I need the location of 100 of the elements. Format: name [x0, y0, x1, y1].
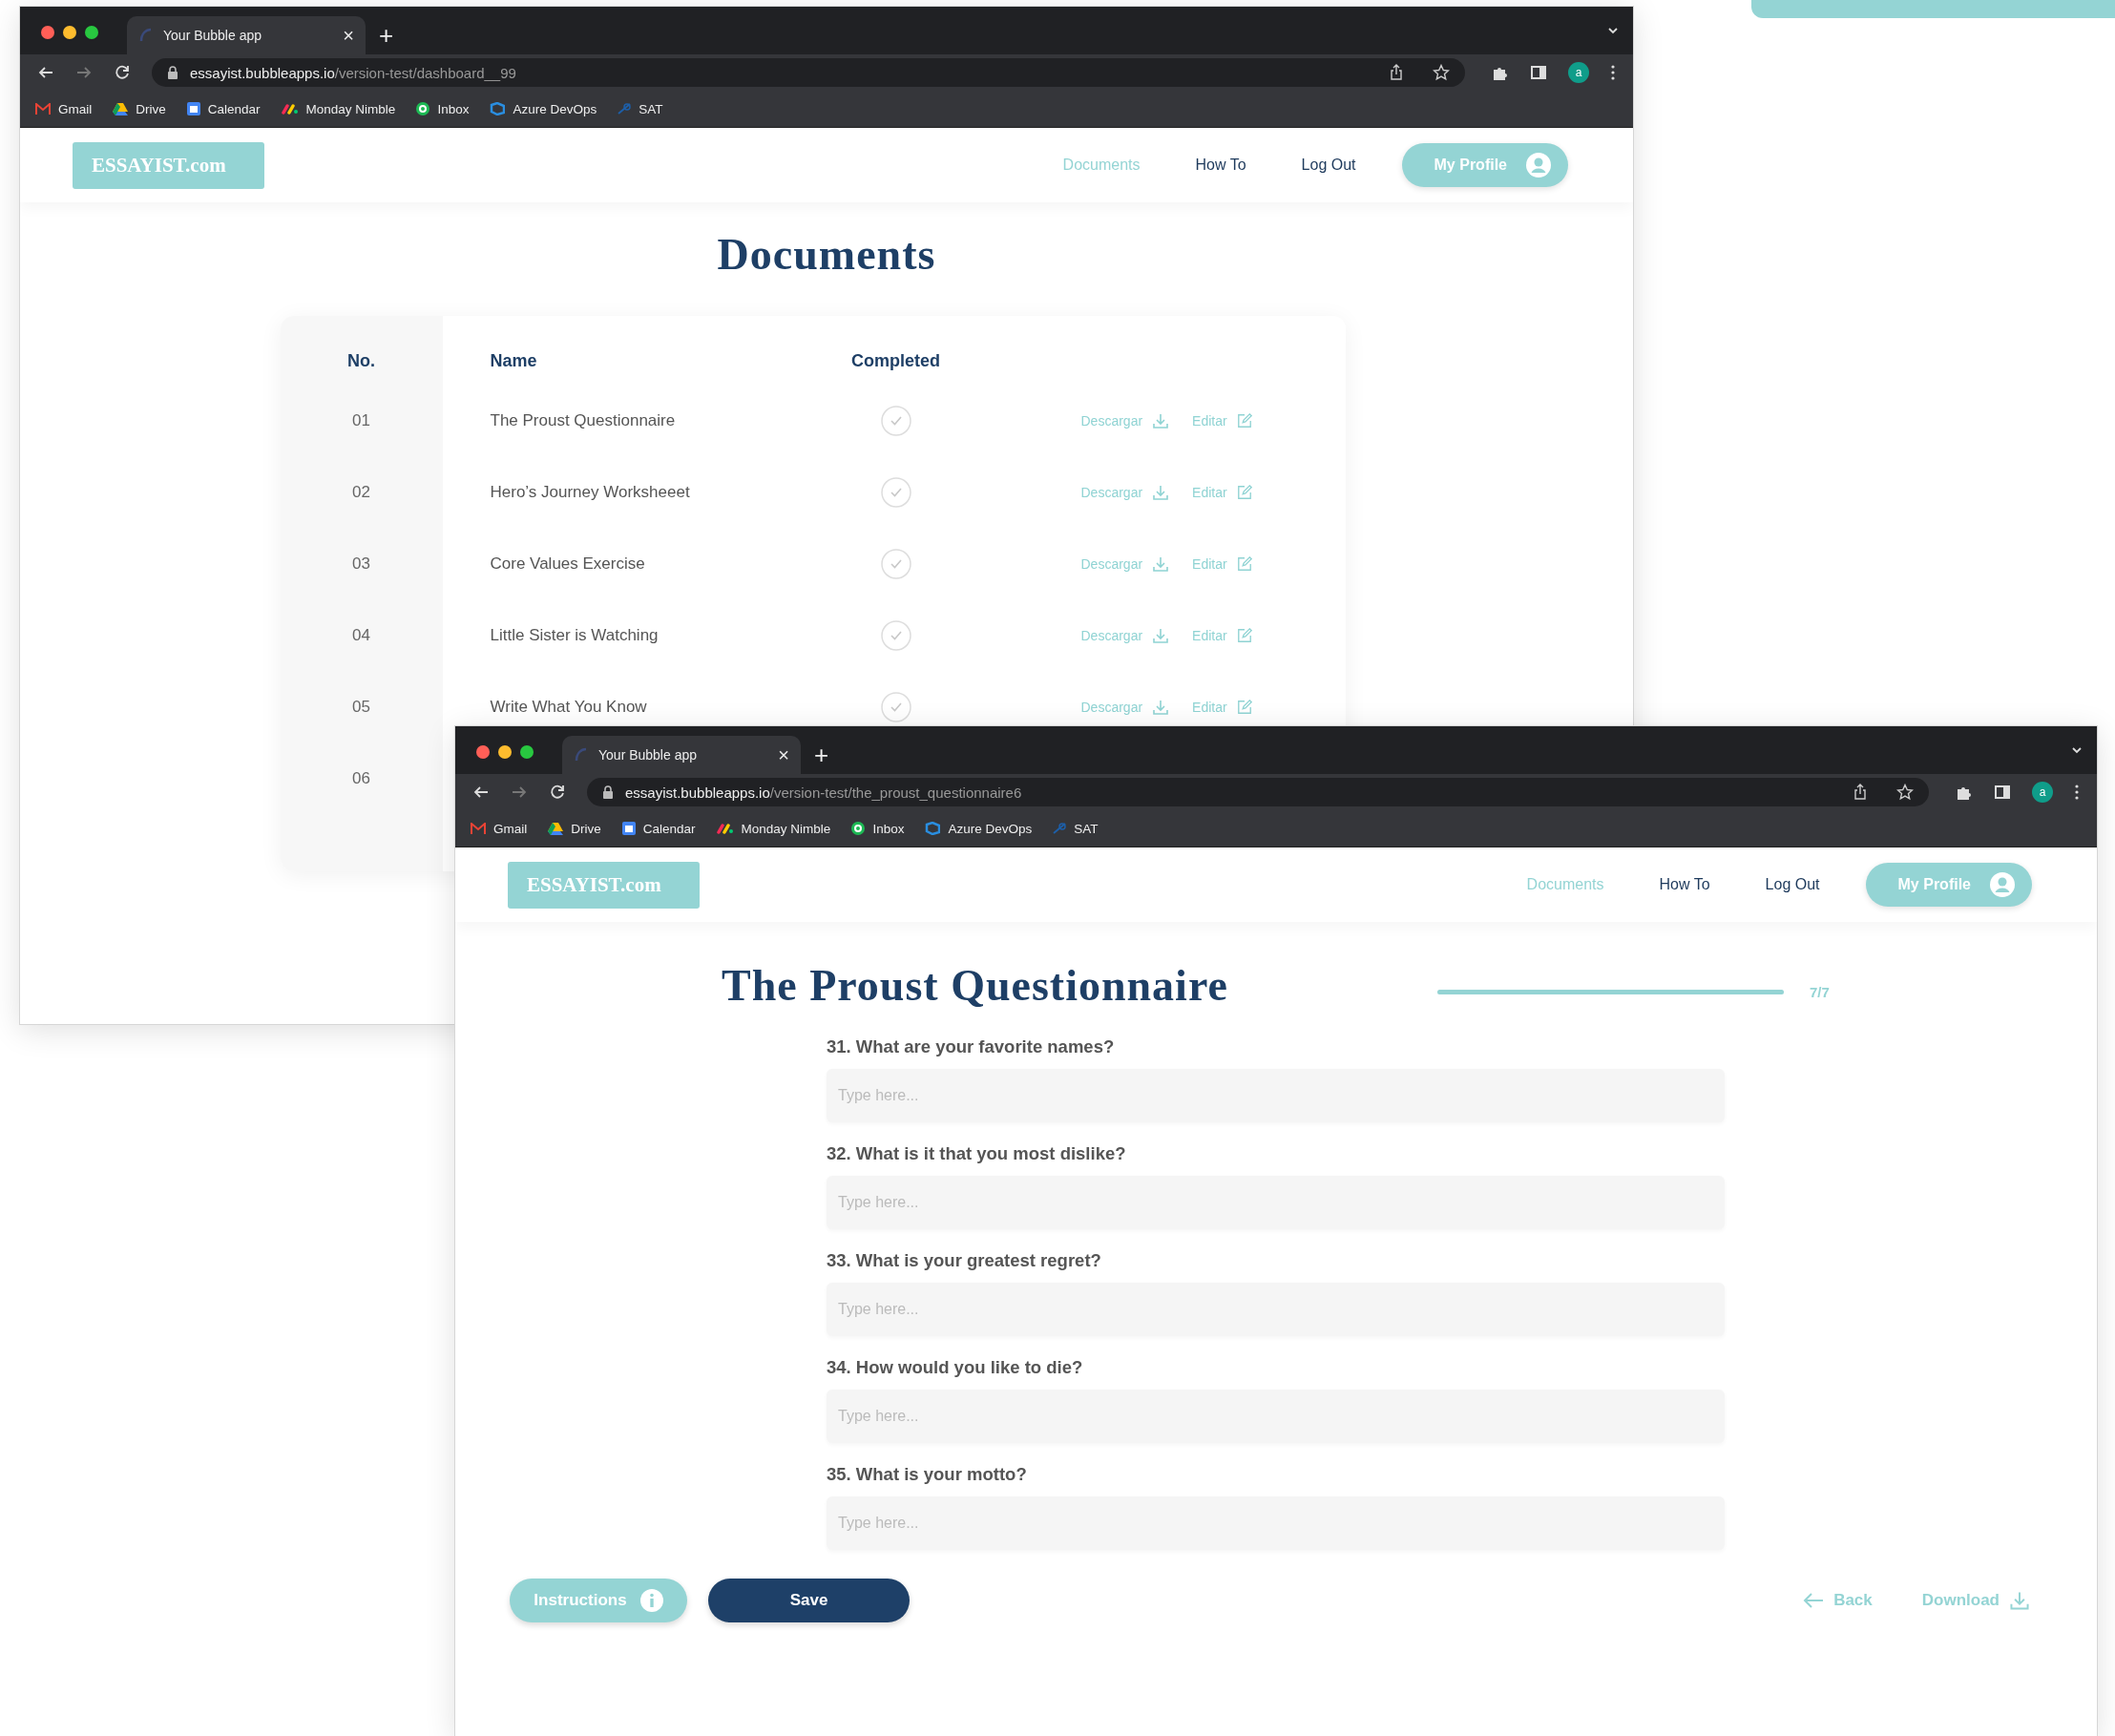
- document-name: Little Sister is Watching: [489, 625, 660, 645]
- save-button[interactable]: Save: [708, 1579, 910, 1622]
- table-cell-text: 03: [351, 554, 371, 574]
- address-bar[interactable]: essayist.bubbleapps.io/version-test/dashboard__99: [152, 58, 1465, 87]
- edit-icon: [1236, 484, 1252, 500]
- sidebar-icon[interactable]: [1994, 784, 2011, 801]
- ring-icon: [851, 822, 866, 835]
- nav-link[interactable]: Log Out: [1301, 157, 1356, 174]
- close-window-icon[interactable]: [476, 745, 490, 759]
- triangle-icon: [548, 822, 564, 835]
- question-label: 32. What is it that you most dislike?: [827, 1143, 1127, 1164]
- download-icon: [1152, 554, 1170, 573]
- answer-field[interactable]: Type here...: [827, 1283, 1725, 1336]
- download-icon: [1152, 411, 1170, 429]
- calendar-icon: [621, 822, 636, 835]
- minimize-window-icon[interactable]: [498, 745, 512, 759]
- star-icon[interactable]: [1433, 64, 1450, 81]
- ring-icon: [416, 102, 430, 115]
- answer-field[interactable]: Type here...: [827, 1176, 1725, 1229]
- close-tab-button[interactable]: ×: [778, 743, 789, 766]
- document-name: The Proust Questionnaire: [489, 410, 677, 430]
- page-title: The Proust Questionnaire: [722, 959, 1229, 1011]
- new-tab-button[interactable]: +: [379, 21, 394, 51]
- bookmark-link[interactable]: SAT: [1053, 821, 1099, 836]
- new-tab-button[interactable]: +: [814, 741, 829, 770]
- bookmark-link[interactable]: Calendar: [186, 101, 261, 116]
- cloud-icon: [925, 822, 941, 835]
- page-favicon-icon: [138, 28, 154, 43]
- link-icon: [1053, 823, 1067, 834]
- user-icon: [1990, 872, 2015, 897]
- progress-reading: 7/7: [1810, 983, 1830, 1000]
- column-header: Name: [489, 351, 538, 371]
- question-label: 33. What is your greatest regret?: [827, 1250, 1102, 1271]
- bookmark-link[interactable]: SAT: [618, 101, 663, 116]
- bookmark-link[interactable]: Drive: [113, 101, 166, 116]
- page-title: Documents: [717, 229, 936, 280]
- download-icon: [2009, 1590, 2030, 1611]
- download-icon: [1152, 698, 1170, 716]
- arcs-icon: [716, 823, 734, 834]
- maximize-window-icon[interactable]: [520, 745, 534, 759]
- address-bar[interactable]: essayist.bubbleapps.io/version-test/the_proust_questionnaire6: [587, 778, 1929, 806]
- bookmark-link[interactable]: Azure DevOps: [490, 101, 597, 116]
- bookmark-link[interactable]: Inbox: [851, 821, 905, 836]
- table-cell-text: 02: [351, 482, 371, 502]
- table-cell-text: 05: [351, 697, 371, 717]
- star-icon[interactable]: [1896, 784, 1914, 801]
- lock-icon: [602, 785, 614, 799]
- minimize-window-icon[interactable]: [63, 26, 76, 39]
- nav-link[interactable]: How To: [1659, 876, 1710, 893]
- close-tab-button[interactable]: ×: [343, 24, 354, 47]
- nav-link[interactable]: Log Out: [1765, 876, 1820, 893]
- mail-icon: [35, 103, 51, 115]
- answer-field[interactable]: Type here...: [827, 1069, 1725, 1122]
- user-icon: [1526, 153, 1551, 178]
- arcs-icon: [281, 103, 299, 115]
- info-icon: [639, 1589, 663, 1612]
- bookmark-link[interactable]: Inbox: [416, 101, 470, 116]
- question-label: 34. How would you like to die?: [827, 1357, 1084, 1378]
- calendar-icon: [186, 102, 200, 115]
- maximize-window-icon[interactable]: [85, 26, 98, 39]
- reload-icon[interactable]: [549, 784, 566, 801]
- question-label: 35. What is your motto?: [827, 1464, 1028, 1485]
- share-icon[interactable]: [1853, 784, 1868, 801]
- bookmark-link[interactable]: Gmail: [471, 821, 528, 836]
- link-icon: [618, 103, 632, 115]
- bookmark-link[interactable]: Gmail: [35, 101, 93, 116]
- browser-tab[interactable]: Your Bubble app ×: [127, 16, 366, 54]
- cloud-icon: [490, 102, 506, 115]
- bookmark-link[interactable]: Azure DevOps: [925, 821, 1033, 836]
- bookmark-link[interactable]: Calendar: [621, 821, 696, 836]
- document-name: Hero’s Journey Worksheeet: [489, 482, 691, 502]
- page-favicon-icon: [574, 747, 589, 763]
- edit-icon: [1236, 699, 1252, 715]
- bookmark-link[interactable]: Monday Nimble: [716, 821, 831, 836]
- sidebar-icon[interactable]: [1530, 64, 1547, 81]
- table-cell-text: 06: [351, 768, 371, 788]
- answer-field[interactable]: Type here...: [827, 1496, 1725, 1550]
- menu-icon[interactable]: [2074, 784, 2080, 801]
- close-window-icon[interactable]: [41, 26, 54, 39]
- bookmark-link[interactable]: Monday Nimble: [281, 101, 396, 116]
- edit-icon: [1236, 555, 1252, 572]
- lock-icon: [167, 66, 178, 79]
- download-icon: [1152, 626, 1170, 644]
- download-icon: [1152, 483, 1170, 501]
- document-name: Write What You Know: [489, 697, 648, 717]
- reload-icon[interactable]: [114, 64, 131, 81]
- mail-icon: [471, 823, 486, 834]
- table-cell-text: 04: [351, 625, 371, 645]
- document-name: Core Values Exercise: [489, 554, 646, 574]
- table-cell-text: 01: [351, 410, 371, 430]
- browser-tab[interactable]: Your Bubble app ×: [562, 736, 801, 774]
- arrow-left-icon: [1803, 1592, 1825, 1609]
- nav-link[interactable]: How To: [1195, 157, 1246, 174]
- answer-field[interactable]: Type here...: [827, 1390, 1725, 1443]
- share-icon[interactable]: [1389, 64, 1404, 81]
- column-header: No.: [346, 351, 376, 371]
- triangle-icon: [113, 102, 129, 115]
- menu-icon[interactable]: [1610, 64, 1616, 81]
- edit-icon: [1236, 627, 1252, 643]
- bookmark-link[interactable]: Drive: [548, 821, 601, 836]
